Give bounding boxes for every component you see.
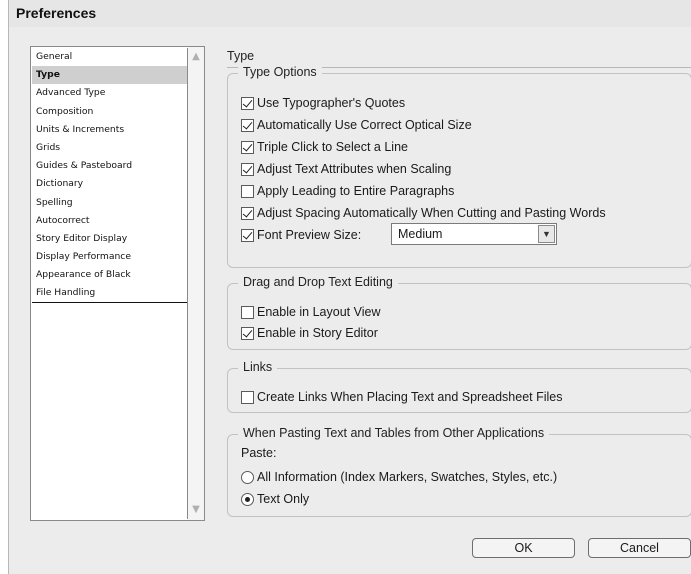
checkbox-icon[interactable] (241, 390, 254, 404)
adjust-attributes-scaling-checkbox[interactable]: Adjust Text Attributes when Scaling (241, 160, 451, 178)
links-group: Links Create Links When Placing Text and… (227, 360, 691, 413)
ok-button[interactable]: OK (472, 538, 575, 558)
category-item-autocorrect[interactable]: Autocorrect (32, 212, 187, 230)
category-list[interactable]: General Type Advanced Type Composition U… (30, 46, 205, 521)
checkbox-icon[interactable] (241, 96, 254, 110)
font-preview-size-value: Medium (398, 227, 443, 241)
category-item-grids[interactable]: Grids (32, 139, 187, 157)
typographers-quotes-checkbox[interactable]: Use Typographer's Quotes (241, 94, 405, 112)
chevron-down-icon[interactable]: ▼ (538, 225, 555, 243)
checkbox-icon[interactable] (241, 228, 254, 242)
category-item-advanced-type[interactable]: Advanced Type (32, 84, 187, 102)
category-scrollbar[interactable]: ▲ ▼ (188, 47, 204, 520)
type-options-legend: Type Options (238, 65, 322, 79)
category-item-story-editor-display[interactable]: Story Editor Display (32, 230, 187, 248)
paste-all-information-radio[interactable]: All Information (Index Markers, Swatches… (241, 468, 557, 486)
checkbox-icon[interactable] (241, 305, 254, 319)
paste-text-only-radio[interactable]: Text Only (241, 490, 309, 508)
preferences-dialog: Preferences General Type Advanced Type C… (8, 0, 691, 574)
pasting-legend: When Pasting Text and Tables from Other … (238, 426, 550, 440)
paste-label: Paste: (241, 446, 277, 460)
category-item-spelling[interactable]: Spelling (32, 194, 187, 212)
title-bar: Preferences (9, 0, 691, 27)
checkbox-icon[interactable] (241, 206, 254, 220)
category-item-appearance-of-black[interactable]: Appearance of Black (32, 266, 187, 284)
triple-click-checkbox[interactable]: Triple Click to Select a Line (241, 138, 408, 156)
font-preview-size-select[interactable]: Medium ▼ (391, 223, 557, 245)
create-links-checkbox[interactable]: Create Links When Placing Text and Sprea… (241, 388, 563, 406)
category-item-composition[interactable]: Composition (32, 103, 187, 121)
type-options-group: Type Options Use Typographer's Quotes Au… (227, 65, 691, 268)
category-item-display-performance[interactable]: Display Performance (32, 248, 187, 266)
category-item-dictionary[interactable]: Dictionary (32, 175, 187, 193)
radio-icon[interactable] (241, 470, 254, 484)
links-legend: Links (238, 360, 278, 374)
panel-title: Type (227, 49, 255, 63)
scroll-up-arrow-icon[interactable]: ▲ (188, 49, 204, 65)
scroll-down-arrow-icon[interactable]: ▼ (188, 502, 204, 518)
adjust-spacing-checkbox[interactable]: Adjust Spacing Automatically When Cuttin… (241, 204, 606, 222)
category-item-file-handling[interactable]: File Handling (32, 284, 187, 303)
enable-layout-view-checkbox[interactable]: Enable in Layout View (241, 303, 380, 321)
drag-drop-group: Drag and Drop Text Editing Enable in Lay… (227, 275, 691, 350)
drag-drop-legend: Drag and Drop Text Editing (238, 275, 398, 289)
category-item-units-increments[interactable]: Units & Increments (32, 121, 187, 139)
checkbox-icon[interactable] (241, 118, 254, 132)
category-items: General Type Advanced Type Composition U… (32, 48, 188, 519)
optical-size-checkbox[interactable]: Automatically Use Correct Optical Size (241, 116, 472, 134)
cancel-button[interactable]: Cancel (588, 538, 691, 558)
enable-story-editor-checkbox[interactable]: Enable in Story Editor (241, 324, 378, 342)
pasting-group: When Pasting Text and Tables from Other … (227, 426, 691, 517)
checkbox-icon[interactable] (241, 184, 254, 198)
checkbox-icon[interactable] (241, 326, 254, 340)
dialog-title: Preferences (16, 5, 97, 21)
apply-leading-checkbox[interactable]: Apply Leading to Entire Paragraphs (241, 182, 454, 200)
font-preview-size-checkbox[interactable]: Font Preview Size: Medium ▼ (241, 223, 571, 245)
category-item-type[interactable]: Type (32, 66, 187, 85)
category-item-guides-pasteboard[interactable]: Guides & Pasteboard (32, 157, 187, 175)
radio-icon[interactable] (241, 492, 254, 506)
checkbox-icon[interactable] (241, 162, 254, 176)
checkbox-icon[interactable] (241, 140, 254, 154)
category-item-general[interactable]: General (32, 48, 187, 66)
